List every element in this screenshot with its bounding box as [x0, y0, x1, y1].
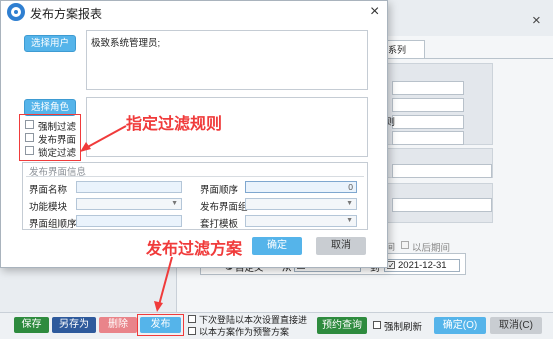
- lock-filter-checkbox[interactable]: [25, 146, 34, 155]
- publish-interface-checkbox[interactable]: [25, 133, 34, 142]
- dialog-title: 发布方案报表: [30, 7, 103, 21]
- preview-query-button[interactable]: 预约查询: [317, 317, 367, 334]
- chevron-down-icon: ▼: [346, 217, 353, 224]
- cancel-button[interactable]: 取消(C): [490, 317, 542, 334]
- info-section-divider: [26, 176, 364, 177]
- interface-name-label: 界面名称: [29, 185, 68, 196]
- interface-order-label: 界面顺序: [200, 185, 239, 196]
- background-next-period-label: 以后期间: [412, 243, 451, 254]
- save-button[interactable]: 保存: [14, 317, 49, 333]
- publish-interface-label: 发布界面: [38, 135, 77, 146]
- background-tab[interactable]: 系列: [385, 40, 425, 58]
- force-refresh-label: 强制刷新: [384, 322, 423, 333]
- annotation-arrow-down-icon: [154, 256, 173, 312]
- function-module-label: 功能模块: [29, 202, 68, 213]
- delete-button[interactable]: 删除: [99, 317, 137, 333]
- annotation-arrow-icon: [80, 125, 127, 152]
- date-to-checkbox[interactable]: ✓: [387, 261, 395, 270]
- force-filter-label: 强制过滤: [38, 122, 77, 133]
- dialog-ok-button[interactable]: 确定: [252, 237, 302, 255]
- dialog-close-icon[interactable]: ×: [370, 3, 379, 21]
- annotation-filter-rule: 指定过滤规则: [126, 116, 223, 133]
- interface-order-input[interactable]: 0: [245, 181, 357, 193]
- users-value: 极致系统管理员;: [91, 38, 161, 49]
- interface-group-select[interactable]: ▼: [245, 198, 357, 210]
- save-as-button[interactable]: 另存为: [52, 317, 96, 333]
- background-field[interactable]: [392, 81, 464, 95]
- function-module-select[interactable]: ▼: [76, 198, 182, 210]
- background-field[interactable]: [392, 164, 492, 178]
- dialog-app-icon: [7, 3, 25, 21]
- direct-entry-checkbox[interactable]: [188, 315, 196, 323]
- interface-group-label: 发布界面组: [200, 202, 248, 213]
- force-refresh-checkbox[interactable]: [373, 321, 381, 329]
- background-period-checkbox[interactable]: [401, 241, 409, 249]
- interface-order-value: 0: [348, 182, 353, 192]
- background-field[interactable]: [392, 131, 464, 145]
- lock-filter-label: 锁定过滤: [38, 148, 77, 159]
- chevron-down-icon: ▼: [346, 200, 353, 207]
- date-to-value: 2021-12-31: [398, 260, 447, 271]
- warning-scheme-label: 以本方案作为预警方案: [199, 327, 290, 337]
- background-field[interactable]: [392, 115, 464, 129]
- chevron-down-icon: ▼: [171, 200, 178, 207]
- select-users-button[interactable]: 选择用户: [24, 35, 76, 52]
- group-order-input[interactable]: [76, 215, 182, 227]
- print-template-label: 套打模板: [200, 219, 239, 230]
- force-filter-checkbox[interactable]: [25, 120, 34, 129]
- publish-highlight-box: [137, 314, 184, 336]
- confirm-button[interactable]: 确定(O): [434, 317, 486, 334]
- interface-name-input[interactable]: [76, 181, 182, 193]
- group-order-label: 界面组顺序: [29, 219, 77, 230]
- dialog-cancel-button[interactable]: 取消: [316, 237, 366, 255]
- background-close-icon[interactable]: ×: [532, 12, 541, 29]
- warning-scheme-checkbox[interactable]: [188, 327, 196, 335]
- background-field[interactable]: [392, 198, 492, 212]
- print-template-select[interactable]: ▼: [245, 215, 357, 227]
- background-field[interactable]: [392, 98, 464, 112]
